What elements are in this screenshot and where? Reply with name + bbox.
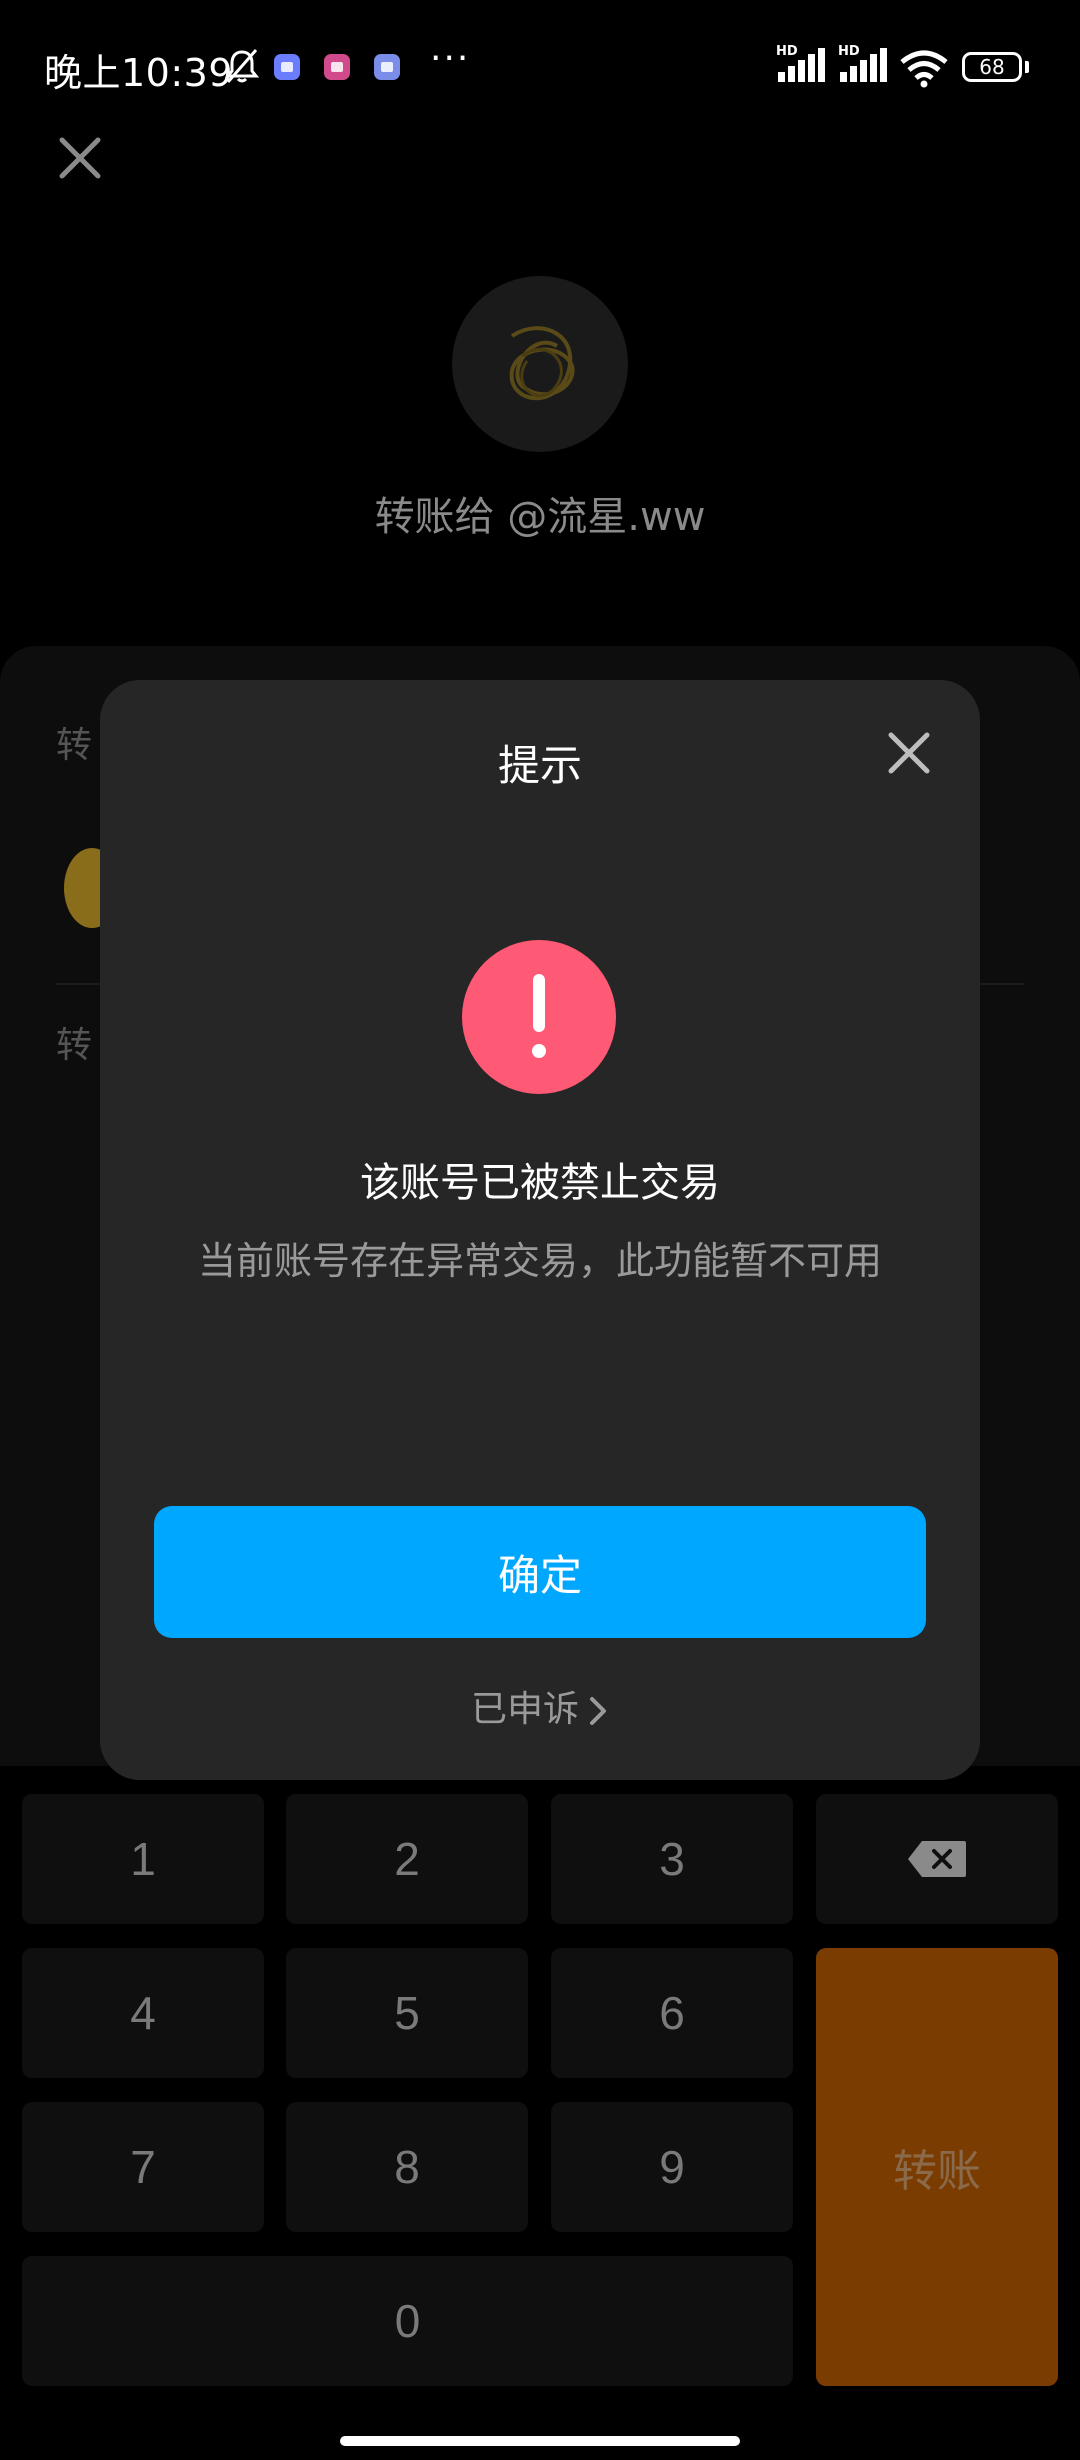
battery-tip (1025, 61, 1029, 73)
numeric-keypad: 1 2 3 4 5 6 7 8 9 0 转账 (0, 1770, 1080, 2460)
key-4[interactable]: 4 (22, 1948, 264, 2078)
backspace-button[interactable] (816, 1794, 1058, 1924)
exclamation-icon (462, 940, 616, 1094)
alert-heading: 该账号已被禁止交易 (360, 1160, 720, 1206)
battery-level: 68 (979, 55, 1005, 79)
exclamation-dot (532, 1044, 546, 1058)
key-9[interactable]: 9 (551, 2102, 793, 2232)
battery-icon: 68 (962, 52, 1022, 82)
more-notifications-icon: ··· (430, 38, 471, 79)
app-notification-icon (274, 54, 300, 80)
transfer-button[interactable]: 转账 (816, 1948, 1058, 2386)
confirm-button[interactable]: 确定 (154, 1506, 926, 1638)
wifi-icon (900, 50, 948, 88)
amount-label: 转 (56, 725, 93, 766)
key-3[interactable]: 3 (551, 1794, 793, 1924)
key-0[interactable]: 0 (22, 2256, 793, 2386)
key-5[interactable]: 5 (286, 1948, 528, 2078)
status-bar: 晚上10:39 ··· HD HD 68 (0, 0, 1080, 130)
key-7[interactable]: 7 (22, 2102, 264, 2232)
exclamation-bar (533, 974, 545, 1032)
cellular-signal-icon: HD (838, 44, 890, 88)
recipient-avatar (452, 276, 628, 452)
note-label: 转 (56, 1025, 93, 1066)
cellular-signal-icon: HD (776, 44, 828, 88)
close-icon[interactable] (886, 730, 932, 776)
alert-dialog: 提示 该账号已被禁止交易 当前账号存在异常交易，此功能暂不可用 确定 已申诉 (100, 680, 980, 1780)
hd-label: HD (776, 44, 798, 59)
recipient-title: 转账给 @流星.ww (374, 494, 706, 540)
status-time: 晚上10:39 (44, 51, 234, 95)
avatar-image (509, 326, 575, 401)
key-8[interactable]: 8 (286, 2102, 528, 2232)
appeal-label: 已申诉 (470, 1689, 579, 1730)
alert-message: 当前账号存在异常交易，此功能暂不可用 (197, 1239, 882, 1283)
dialog-title: 提示 (497, 741, 582, 790)
chevron-right-icon (590, 1697, 606, 1725)
key-2[interactable]: 2 (286, 1794, 528, 1924)
key-1[interactable]: 1 (22, 1794, 264, 1924)
appeal-link[interactable]: 已申诉 (100, 1680, 980, 1732)
backspace-icon (908, 1841, 966, 1877)
notification-muted-icon (224, 49, 260, 83)
home-indicator[interactable] (340, 2436, 740, 2446)
app-notification-icon (324, 54, 350, 80)
screen: 晚上10:39 ··· HD HD 68 转账给 @流星.ww 转 转 1 2 … (0, 0, 1080, 2460)
hd-label: HD (838, 44, 860, 59)
app-notification-icon (374, 54, 400, 80)
key-6[interactable]: 6 (551, 1948, 793, 2078)
close-icon[interactable] (56, 134, 104, 182)
